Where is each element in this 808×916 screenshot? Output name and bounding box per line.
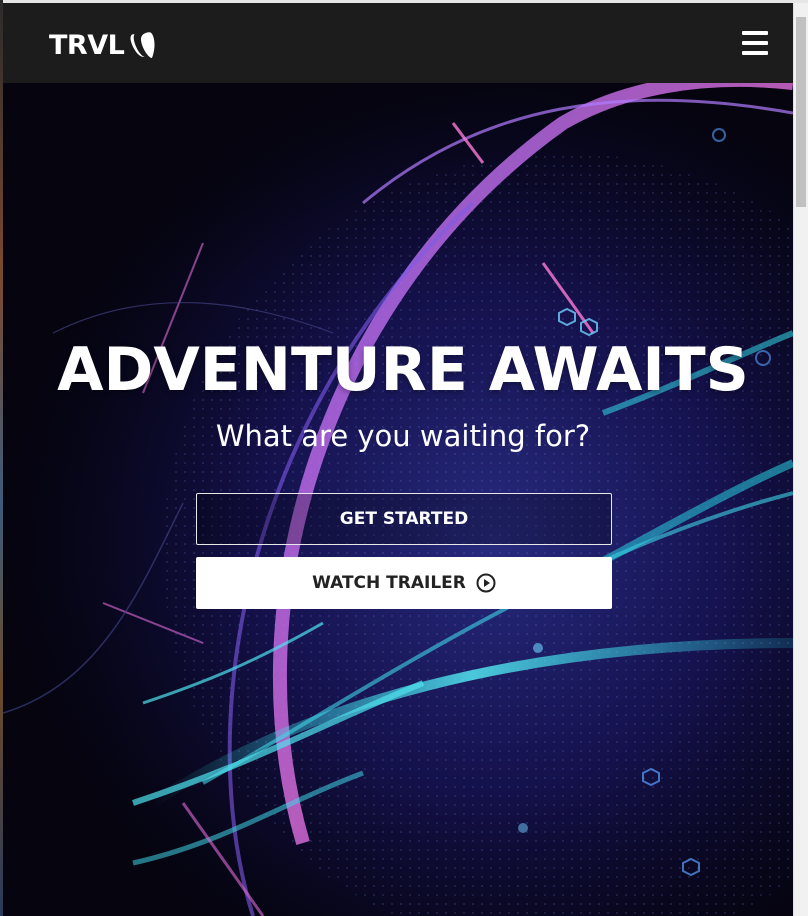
scrollbar-thumb[interactable] — [796, 17, 806, 207]
hamburger-menu-icon[interactable] — [742, 31, 768, 55]
hero-title: ADVENTURE AWAITS — [57, 335, 749, 405]
typo3-icon — [130, 31, 156, 59]
get-started-label: GET STARTED — [339, 509, 469, 529]
get-started-button[interactable]: GET STARTED — [196, 493, 612, 545]
watch-trailer-label: WATCH TRAILER — [312, 573, 466, 593]
play-circle-icon — [476, 573, 496, 593]
hero-subtitle: What are you waiting for? — [215, 419, 591, 453]
navbar: TRVL — [3, 3, 793, 83]
page-viewport: TRVL ADVENTURE AWAITS What are you waiti… — [3, 3, 793, 916]
menu-line — [742, 51, 768, 55]
vertical-scrollbar[interactable] — [793, 3, 808, 916]
menu-line — [742, 41, 768, 45]
site-logo[interactable]: TRVL — [49, 25, 156, 65]
hero-section: ADVENTURE AWAITS What are you waiting fo… — [3, 83, 793, 916]
menu-line — [742, 31, 768, 35]
watch-trailer-button[interactable]: WATCH TRAILER — [196, 557, 612, 609]
browser-frame: TRVL ADVENTURE AWAITS What are you waiti… — [0, 0, 808, 916]
logo-text: TRVL — [49, 29, 125, 61]
